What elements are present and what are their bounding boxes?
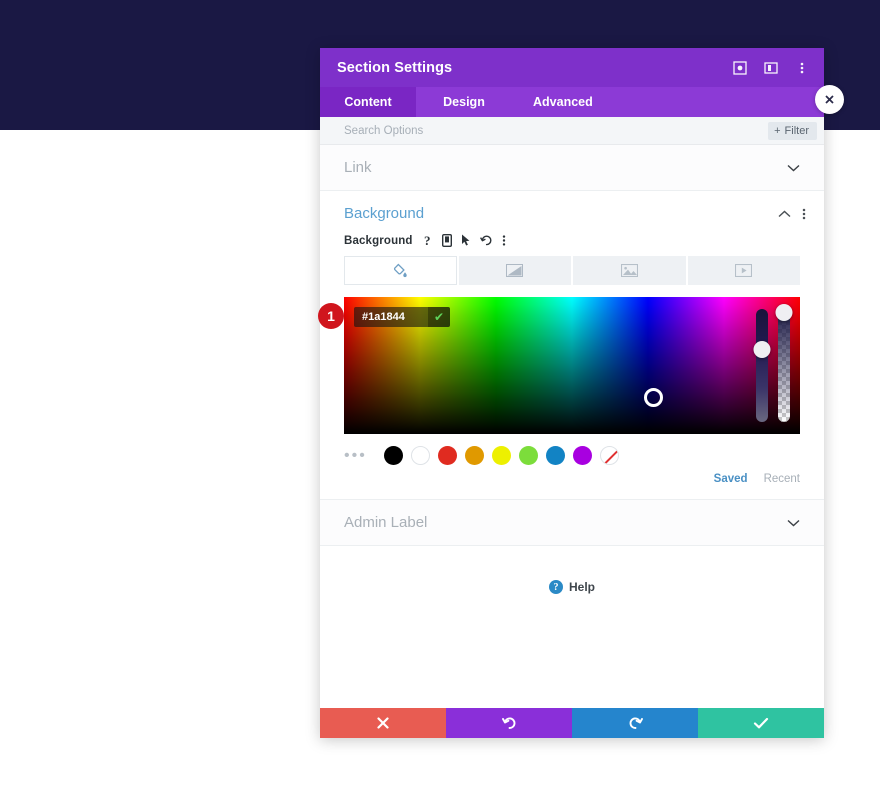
color-picker-handle[interactable]: [644, 388, 663, 407]
accordion-admin-label-label: Admin Label: [344, 514, 428, 531]
accordion-link[interactable]: Link: [320, 145, 824, 191]
chevron-down-icon: [787, 519, 800, 526]
plus-icon: +: [774, 124, 781, 137]
redo-button[interactable]: [572, 708, 698, 738]
filter-button[interactable]: + Filter: [768, 121, 817, 140]
background-gradient-tab[interactable]: [458, 256, 571, 285]
hue-slider[interactable]: [753, 309, 771, 422]
paint-bucket-icon: [394, 263, 407, 277]
swatch-transparent[interactable]: [599, 446, 619, 465]
modal-body: Link Background Background ? #1a1844 ✔ •…: [320, 145, 824, 708]
modal-footer: [320, 708, 824, 738]
responsive-mobile-icon[interactable]: [441, 234, 452, 247]
hue-slider-handle[interactable]: [753, 341, 771, 358]
color-swatch-row: •••: [320, 434, 824, 465]
accordion-background-header[interactable]: Background: [320, 191, 824, 232]
redo-icon: [629, 717, 643, 729]
check-icon: [753, 717, 769, 729]
svg-text:?: ?: [424, 234, 431, 247]
focus-target-icon[interactable]: [732, 60, 748, 76]
panel-layout-icon[interactable]: [763, 60, 779, 76]
accordion-link-label: Link: [344, 159, 372, 176]
close-panel-button[interactable]: [815, 85, 844, 114]
color-picker: ✔: [344, 297, 800, 434]
modal-header-actions: [732, 60, 810, 76]
alpha-slider-handle[interactable]: [775, 304, 793, 321]
hover-cursor-icon[interactable]: [461, 234, 471, 247]
section-settings-modal: Section Settings Content Design Advanced…: [320, 48, 824, 738]
gradient-icon: [506, 264, 524, 277]
filter-button-label: Filter: [784, 124, 809, 137]
hex-value-chip: ✔: [354, 307, 450, 327]
help-icon[interactable]: ?: [424, 234, 433, 247]
alpha-slider[interactable]: [775, 304, 793, 422]
background-field-row: Background ?: [320, 234, 824, 247]
reset-undo-icon[interactable]: [479, 234, 493, 247]
image-icon: [620, 264, 638, 277]
step-number-badge: 1: [318, 303, 344, 329]
background-color-tab[interactable]: [344, 256, 457, 285]
help-icon: ?: [548, 580, 563, 594]
tab-advanced[interactable]: Advanced: [512, 87, 614, 117]
hex-input[interactable]: [354, 307, 428, 327]
undo-button[interactable]: [446, 708, 572, 738]
tab-content[interactable]: Content: [320, 87, 416, 117]
swatch-yellow[interactable]: [491, 446, 511, 465]
more-vertical-icon[interactable]: [802, 207, 806, 221]
close-icon: [825, 95, 834, 104]
swatch-purple[interactable]: [572, 446, 592, 465]
modal-tabs: Content Design Advanced: [320, 87, 824, 117]
save-button[interactable]: [698, 708, 824, 738]
close-x-icon: [377, 717, 389, 729]
background-image-tab[interactable]: [573, 256, 686, 285]
search-input[interactable]: [342, 123, 769, 138]
search-bar: + Filter: [320, 117, 824, 145]
swatch-red[interactable]: [437, 446, 457, 465]
tab-recent-colors[interactable]: Recent: [764, 473, 800, 485]
palette-tabs: Saved Recent: [320, 465, 824, 499]
cancel-button[interactable]: [320, 708, 446, 738]
hex-confirm-button[interactable]: ✔: [428, 307, 450, 327]
undo-icon: [501, 717, 515, 729]
modal-header: Section Settings: [320, 48, 824, 87]
accordion-background-title: Background: [344, 205, 425, 222]
accordion-background-actions: [778, 207, 806, 221]
help-link[interactable]: ? Help: [320, 546, 824, 594]
background-field-label: Background: [344, 234, 413, 247]
more-vertical-icon[interactable]: [502, 234, 506, 247]
tab-design[interactable]: Design: [416, 87, 512, 117]
accordion-admin-label[interactable]: Admin Label: [320, 500, 824, 546]
tab-saved-colors[interactable]: Saved: [714, 473, 748, 485]
help-label: Help: [568, 580, 595, 594]
background-video-tab[interactable]: [687, 256, 800, 285]
swatch-black[interactable]: [383, 446, 403, 465]
page-title: Section Settings: [337, 59, 453, 76]
more-vertical-icon[interactable]: [794, 60, 810, 76]
swatch-blue[interactable]: [545, 446, 565, 465]
swatch-white[interactable]: [410, 446, 430, 465]
accordion-background: Background Background ? #1a1844 ✔ ••• Sa…: [320, 191, 824, 500]
background-type-tabs: [344, 256, 800, 285]
swatch-orange[interactable]: [464, 446, 484, 465]
swatch-green[interactable]: [518, 446, 538, 465]
more-swatches-icon[interactable]: •••: [344, 447, 367, 464]
chevron-down-icon: [787, 164, 800, 171]
chevron-up-icon[interactable]: [778, 210, 791, 218]
video-icon: [735, 264, 753, 277]
